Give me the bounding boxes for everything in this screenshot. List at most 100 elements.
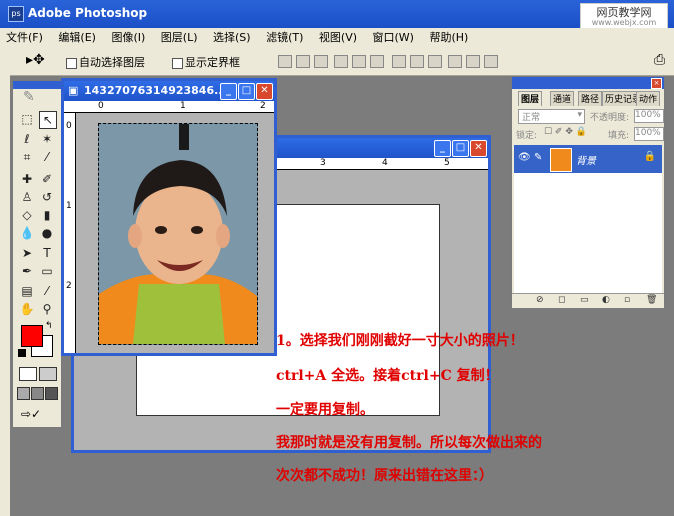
photo-minimize-button[interactable]: _ xyxy=(220,83,237,100)
opacity-label: 不透明度: xyxy=(590,113,630,123)
new-layer-icon[interactable]: ▫ xyxy=(624,295,630,305)
menu-image[interactable]: 图像(I) xyxy=(105,28,151,47)
layer-style-icon[interactable]: ◻ xyxy=(558,295,565,305)
show-bounds-checkbox[interactable]: 显示定界框 xyxy=(172,54,240,70)
shape-tool-icon[interactable]: ▭ xyxy=(39,263,55,279)
move-tool-preset-icon[interactable]: ▸✥ xyxy=(26,52,45,68)
close-button[interactable]: ✕ xyxy=(470,140,487,157)
zoom-tool-icon[interactable]: ⚲ xyxy=(39,301,55,317)
brush-tool-icon[interactable]: ✐ xyxy=(39,171,55,187)
annotation-line-3: 一定要用复制。 xyxy=(276,402,374,418)
adjustment-layer-icon[interactable]: ◐ xyxy=(602,295,610,305)
history-brush-tool-icon[interactable]: ↺ xyxy=(39,189,55,205)
menu-edit[interactable]: 编辑(E) xyxy=(52,28,102,47)
quick-mask-mode-icon[interactable] xyxy=(39,367,57,381)
slice-tool-icon[interactable]: ⁄ xyxy=(39,149,55,165)
photo-window-titlebar[interactable]: ▣ 14327076314923846... _ □ ✕ xyxy=(64,81,274,101)
layer-row-background[interactable]: 👁 ✎ 背景 🔒 xyxy=(514,145,662,173)
photoshop-icon: ps xyxy=(8,6,24,22)
default-colors-icon[interactable] xyxy=(18,349,26,357)
align-right-icon[interactable] xyxy=(370,55,384,68)
layer-name[interactable]: 背景 xyxy=(576,152,596,167)
photo-window: ▣ 14327076314923846... _ □ ✕ 0 1 2 0 1 2 xyxy=(61,78,277,356)
maximize-button[interactable]: □ xyxy=(452,140,469,157)
distribute-hcenter-icon[interactable] xyxy=(466,55,480,68)
minimize-button[interactable]: _ xyxy=(434,140,451,157)
distribute-left-icon[interactable] xyxy=(448,55,462,68)
auto-select-layer-checkbox[interactable]: 自动选择图层 xyxy=(66,54,145,70)
menu-filter[interactable]: 滤镜(T) xyxy=(260,28,309,47)
move-tool-icon[interactable]: ↖ xyxy=(39,111,57,129)
crop-tool-icon[interactable]: ⌗ xyxy=(19,149,35,165)
photo-vertical-ruler: 0 1 2 xyxy=(64,113,76,353)
align-vcenter-icon[interactable] xyxy=(296,55,310,68)
photo-ruler-v-1: 1 xyxy=(66,201,72,211)
screen-mode-full-menu-icon[interactable] xyxy=(31,387,44,400)
menu-select[interactable]: 选择(S) xyxy=(207,28,257,47)
photo-maximize-button[interactable]: □ xyxy=(238,83,255,100)
photo-horizontal-ruler: 0 1 2 xyxy=(64,101,274,113)
brush-link-icon[interactable]: ✎ xyxy=(534,152,542,163)
clone-stamp-tool-icon[interactable]: ♙ xyxy=(19,189,35,205)
feather-logo-icon[interactable]: ✎ xyxy=(23,89,35,105)
layers-panel-titlebar[interactable]: × xyxy=(512,77,664,89)
align-hcenter-icon[interactable] xyxy=(352,55,366,68)
selected-photo[interactable] xyxy=(98,123,258,345)
swap-colors-icon[interactable]: ↰ xyxy=(45,321,53,331)
fill-input[interactable]: 100% xyxy=(634,127,664,141)
align-top-icon[interactable] xyxy=(278,55,292,68)
hand-tool-icon[interactable]: ✋ xyxy=(19,301,35,317)
magic-wand-tool-icon[interactable]: ✶ xyxy=(39,131,55,147)
distribute-vcenter-icon[interactable] xyxy=(410,55,424,68)
dodge-tool-icon[interactable]: ● xyxy=(39,225,55,241)
annotation-line-2: ctrl+A 全选。接着ctrl+C 复制！ xyxy=(276,368,499,384)
marquee-tool-icon[interactable]: ⬚ xyxy=(19,111,35,127)
foreground-color-swatch[interactable] xyxy=(21,325,43,347)
layer-mask-icon[interactable]: ▭ xyxy=(580,295,589,305)
auto-select-checkbox-box[interactable] xyxy=(66,57,77,69)
menu-view[interactable]: 视图(V) xyxy=(313,28,363,47)
eraser-tool-icon[interactable]: ◇ xyxy=(19,207,35,223)
annotation-line-4: 我那时就是没有用复制。所以每次做出来的 xyxy=(276,435,542,451)
eye-icon[interactable]: 👁 xyxy=(518,152,531,163)
tool-palette-grip[interactable] xyxy=(13,81,61,89)
photo-close-button[interactable]: ✕ xyxy=(256,83,273,100)
link-layers-icon[interactable]: ⊘ xyxy=(536,295,544,305)
menu-window[interactable]: 窗口(W) xyxy=(367,28,420,47)
screen-mode-standard-icon[interactable] xyxy=(17,387,30,400)
eyedropper-tool-icon[interactable]: ⁄ xyxy=(39,283,55,299)
tab-channels[interactable]: 通道 xyxy=(550,91,575,106)
tab-paths[interactable]: 路径 xyxy=(578,91,603,106)
type-tool-icon[interactable]: T xyxy=(39,245,55,261)
align-bottom-icon[interactable] xyxy=(314,55,328,68)
jump-to-imageready-icon[interactable]: ⇨✓ xyxy=(21,407,41,421)
show-bounds-checkbox-box[interactable] xyxy=(172,57,183,69)
menu-layer[interactable]: 图层(L) xyxy=(155,28,204,47)
menu-help[interactable]: 帮助(H) xyxy=(423,28,474,47)
menu-file[interactable]: 文件(F) xyxy=(0,28,49,47)
trash-icon[interactable]: 🗑 xyxy=(646,295,657,305)
lock-icons[interactable]: ☐ ✐ ✥ 🔒 xyxy=(544,127,587,137)
notes-tool-icon[interactable]: ▤ xyxy=(19,283,35,299)
blend-mode-select[interactable]: 正常 ▾ xyxy=(518,109,585,124)
chevron-down-icon: ▾ xyxy=(577,110,582,120)
standard-mode-icon[interactable] xyxy=(19,367,37,381)
healing-brush-tool-icon[interactable]: ✚ xyxy=(19,171,35,187)
pen-tool-icon[interactable]: ✒ xyxy=(19,263,35,279)
distribute-top-icon[interactable] xyxy=(392,55,406,68)
distribute-right-icon[interactable] xyxy=(484,55,498,68)
lasso-tool-icon[interactable]: ℓ xyxy=(19,131,35,147)
lock-icon: 🔒 xyxy=(643,151,656,162)
distribute-bottom-icon[interactable] xyxy=(428,55,442,68)
blur-tool-icon[interactable]: 💧 xyxy=(19,225,35,241)
align-left-icon[interactable] xyxy=(334,55,348,68)
tab-layers[interactable]: 图层 xyxy=(518,91,543,106)
opacity-input[interactable]: 100% xyxy=(634,109,664,123)
gradient-tool-icon[interactable]: ▮ xyxy=(39,207,55,223)
screen-mode-full-icon[interactable] xyxy=(45,387,58,400)
palette-well-icon[interactable]: ⎙ xyxy=(654,52,665,68)
layers-panel-footer: ⊘ ◻ ▭ ◐ ▫ 🗑 xyxy=(512,293,664,308)
tab-actions[interactable]: 动作 xyxy=(636,91,661,106)
panel-close-icon[interactable]: × xyxy=(651,78,662,89)
path-selection-tool-icon[interactable]: ➤ xyxy=(19,245,35,261)
